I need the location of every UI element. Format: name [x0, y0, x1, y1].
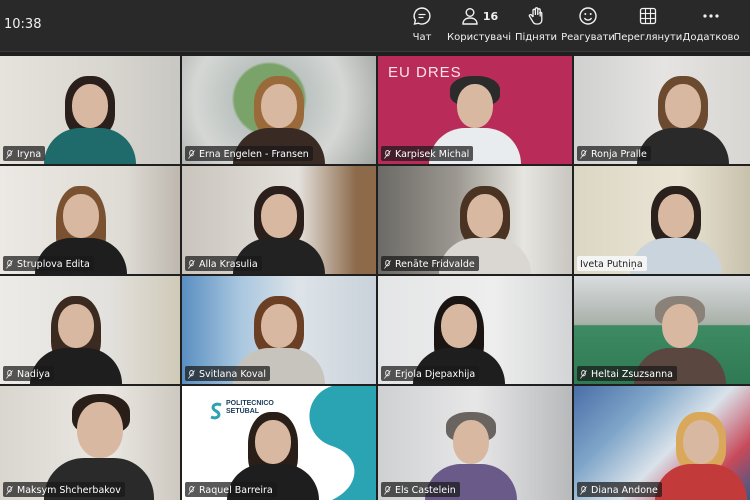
mic-off-icon: [384, 485, 391, 495]
participant-name-tag: Struplova Edita: [3, 256, 94, 271]
participant-video: [654, 410, 747, 500]
meeting-timer: 10:38: [4, 17, 42, 32]
more-dots-icon: [701, 4, 721, 28]
participant-video: [637, 74, 730, 164]
mic-off-icon: [384, 369, 391, 379]
view-label: Переглянути: [613, 32, 683, 43]
mic-off-icon: [580, 485, 587, 495]
raise-hand-label: Підняти: [514, 32, 558, 43]
mic-off-icon: [188, 485, 195, 495]
participant-name-tag: Karpisek Michal: [381, 146, 474, 161]
participant-name-tag: Iveta Putniņa: [577, 256, 647, 271]
participant-tile[interactable]: Erjola Djepaxhija: [378, 276, 572, 384]
participant-tile[interactable]: Renāte Fridvalde: [378, 166, 572, 274]
participant-tile[interactable]: Diana Andone: [574, 386, 750, 500]
people-icon: 16: [460, 4, 498, 28]
participant-name-tag: Diana Andone: [577, 482, 662, 497]
video-grid: Iryna Erna Engelen - Fransen EU DRES Kar…: [0, 56, 750, 500]
mic-off-icon: [384, 259, 391, 269]
participant-tile[interactable]: Alla Krasulia: [182, 166, 376, 274]
react-label: Реагувати: [561, 32, 615, 43]
participant-tile[interactable]: Iryna: [0, 56, 180, 164]
mic-off-icon: [580, 149, 587, 159]
mic-off-icon: [188, 369, 195, 379]
people-label: Користувачі: [447, 32, 512, 43]
participant-tile[interactable]: Nadiya: [0, 276, 180, 384]
people-button[interactable]: 16 Користувачі: [447, 4, 512, 48]
participant-video: [44, 74, 136, 164]
participant-tile[interactable]: Maksym Shcherbakov: [0, 386, 180, 500]
mic-off-icon: [188, 149, 195, 159]
chat-label: Чат: [412, 32, 432, 43]
mic-off-icon: [188, 259, 195, 269]
participant-tile[interactable]: Els Castelein: [378, 386, 572, 500]
participant-name-tag: Alla Krasulia: [185, 256, 262, 271]
mic-off-icon: [6, 369, 13, 379]
mic-off-icon: [6, 259, 13, 269]
chat-button[interactable]: Чат: [409, 4, 435, 48]
grid-view-icon: [639, 4, 657, 28]
smiley-icon: [578, 4, 598, 28]
hand-icon: [526, 4, 546, 28]
participant-name-tag: Erna Engelen - Fransen: [185, 146, 313, 161]
politecnico-logo-icon: [210, 402, 222, 420]
chat-icon: [412, 4, 432, 28]
mic-off-icon: [384, 149, 391, 159]
participant-tile[interactable]: POLITECNICO SETÚBAL Raquel Barreira: [182, 386, 376, 500]
participant-tile[interactable]: Iveta Putniņa: [574, 166, 750, 274]
participant-name-tag: Nadiya: [3, 366, 55, 381]
participant-tile[interactable]: Ronja Pralle: [574, 56, 750, 164]
participant-name-tag: Els Castelein: [381, 482, 460, 497]
mic-off-icon: [580, 369, 587, 379]
view-button[interactable]: Переглянути: [614, 4, 682, 48]
participant-name-tag: Erjola Djepaxhija: [381, 366, 480, 381]
more-button[interactable]: Додатково: [682, 4, 740, 48]
participant-name-tag: Heltai Zsuzsanna: [577, 366, 677, 381]
participant-name-tag: Ronja Pralle: [577, 146, 651, 161]
participant-name-tag: Renāte Fridvalde: [381, 256, 479, 271]
participant-tile[interactable]: Svitlana Koval: [182, 276, 376, 384]
mic-off-icon: [6, 149, 13, 159]
mic-off-icon: [6, 485, 13, 495]
participant-tile[interactable]: Heltai Zsuzsanna: [574, 276, 750, 384]
more-label: Додатково: [682, 32, 740, 43]
meeting-toolbar: 10:38 Чат 16 Користувачі Підняти Реагува…: [0, 0, 750, 52]
participant-tile[interactable]: Struplova Edita: [0, 166, 180, 274]
participant-tile[interactable]: EU DRES Karpisek Michal: [378, 56, 572, 164]
people-count: 16: [482, 9, 499, 23]
participant-name-tag: Svitlana Koval: [185, 366, 270, 381]
participant-tile[interactable]: Erna Engelen - Fransen: [182, 56, 376, 164]
react-button[interactable]: Реагувати: [561, 4, 615, 48]
participant-name-tag: Iryna: [3, 146, 46, 161]
raise-hand-button[interactable]: Підняти: [514, 4, 558, 48]
participant-name-tag: Raquel Barreira: [185, 482, 277, 497]
participant-name-tag: Maksym Shcherbakov: [3, 482, 125, 497]
